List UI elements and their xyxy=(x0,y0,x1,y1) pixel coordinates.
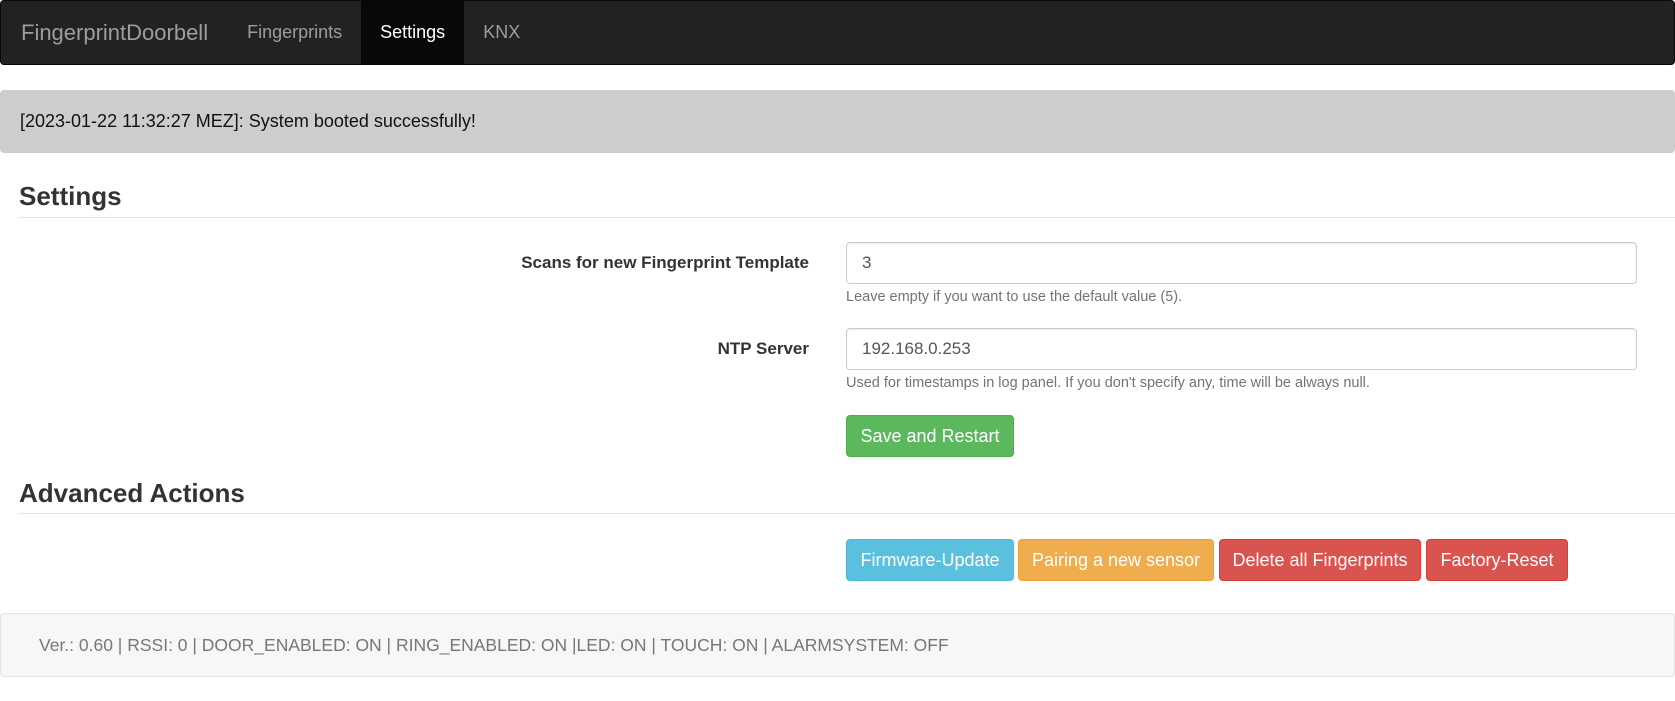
navbar-brand[interactable]: FingerprintDoorbell xyxy=(1,1,228,64)
ntp-server-input[interactable] xyxy=(846,328,1637,370)
delete-all-fingerprints-button[interactable]: Delete all Fingerprints xyxy=(1219,539,1421,581)
scans-input[interactable] xyxy=(846,242,1637,284)
ntp-label: NTP Server xyxy=(717,339,809,358)
scans-help: Leave empty if you want to use the defau… xyxy=(846,289,1183,305)
settings-title: Settings xyxy=(19,181,122,211)
pairing-sensor-button[interactable]: Pairing a new sensor xyxy=(1018,539,1214,581)
scans-label: Scans for new Fingerprint Template xyxy=(521,253,809,272)
advanced-actions-title: Advanced Actions xyxy=(19,478,245,508)
status-footer: Ver.: 0.60 | RSSI: 0 | DOOR_ENABLED: ON … xyxy=(0,613,1675,677)
firmware-update-button[interactable]: Firmware-Update xyxy=(846,539,1014,581)
factory-reset-button[interactable]: Factory-Reset xyxy=(1426,539,1568,581)
ntp-help: Used for timestamps in log panel. If you… xyxy=(846,375,1370,391)
settings-divider xyxy=(19,217,1675,218)
nav-item-knx[interactable]: KNX xyxy=(464,1,539,64)
log-alert: [2023-01-22 11:32:27 MEZ]: System booted… xyxy=(0,90,1675,153)
save-and-restart-button[interactable]: Save and Restart xyxy=(846,415,1014,457)
advanced-divider xyxy=(19,513,1675,514)
nav-item-settings[interactable]: Settings xyxy=(361,1,465,64)
navbar: FingerprintDoorbell Fingerprints Setting… xyxy=(0,0,1675,65)
nav-item-fingerprints[interactable]: Fingerprints xyxy=(228,1,361,64)
